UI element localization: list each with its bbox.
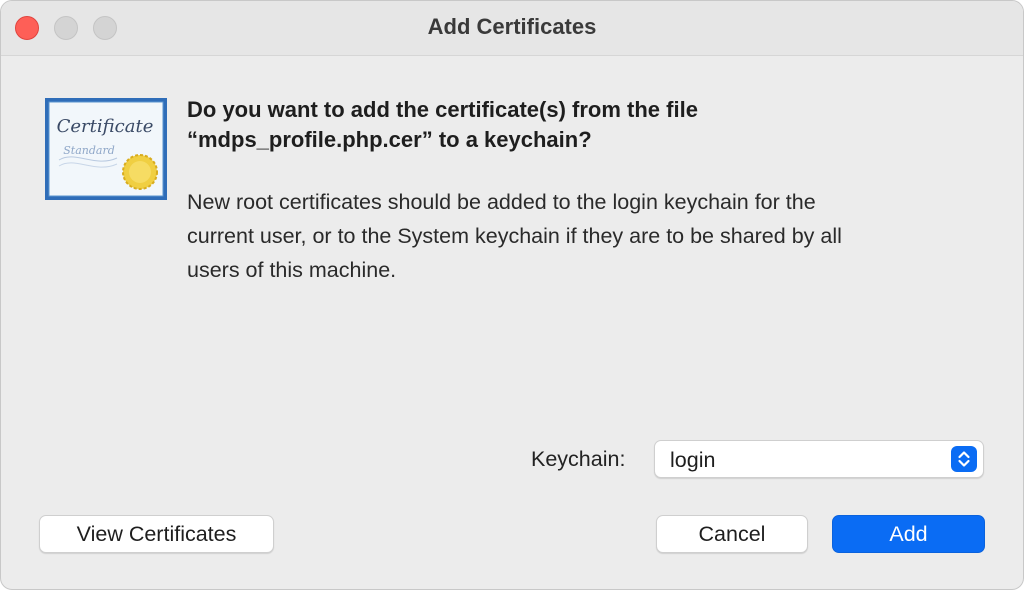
cancel-button[interactable]: Cancel — [656, 515, 808, 553]
window-title: Add Certificates — [427, 14, 597, 39]
message-line: users of this machine. — [187, 258, 397, 282]
message-line: New root certificates should be added to… — [187, 190, 816, 214]
dialog-heading: Do you want to add the certificate(s) fr… — [187, 95, 967, 155]
heading-line: “mdps_profile.php.cer” to a keychain? — [187, 127, 592, 152]
keychain-select[interactable]: login — [654, 440, 984, 478]
seal-icon — [122, 154, 158, 190]
title-bar[interactable]: Add Certificates — [1, 1, 1023, 56]
dialog-message: New root certificates should be added to… — [187, 185, 987, 287]
certificate-subtitle-text: Standard — [63, 144, 115, 157]
updown-chevron-icon — [951, 446, 977, 472]
add-button[interactable]: Add — [832, 515, 985, 553]
heading-line: Do you want to add the certificate(s) fr… — [187, 97, 698, 122]
view-certificates-button[interactable]: View Certificates — [39, 515, 274, 553]
keychain-label: Keychain: — [531, 447, 626, 471]
message-line: current user, or to the System keychain … — [187, 224, 842, 248]
certificate-title-text: Certificate — [57, 116, 154, 137]
keychain-selected-value: login — [670, 448, 716, 472]
certificate-icon: Certificate Standard — [45, 98, 167, 200]
add-certificates-window: Add Certificates Certificate Standard Do… — [0, 0, 1024, 590]
